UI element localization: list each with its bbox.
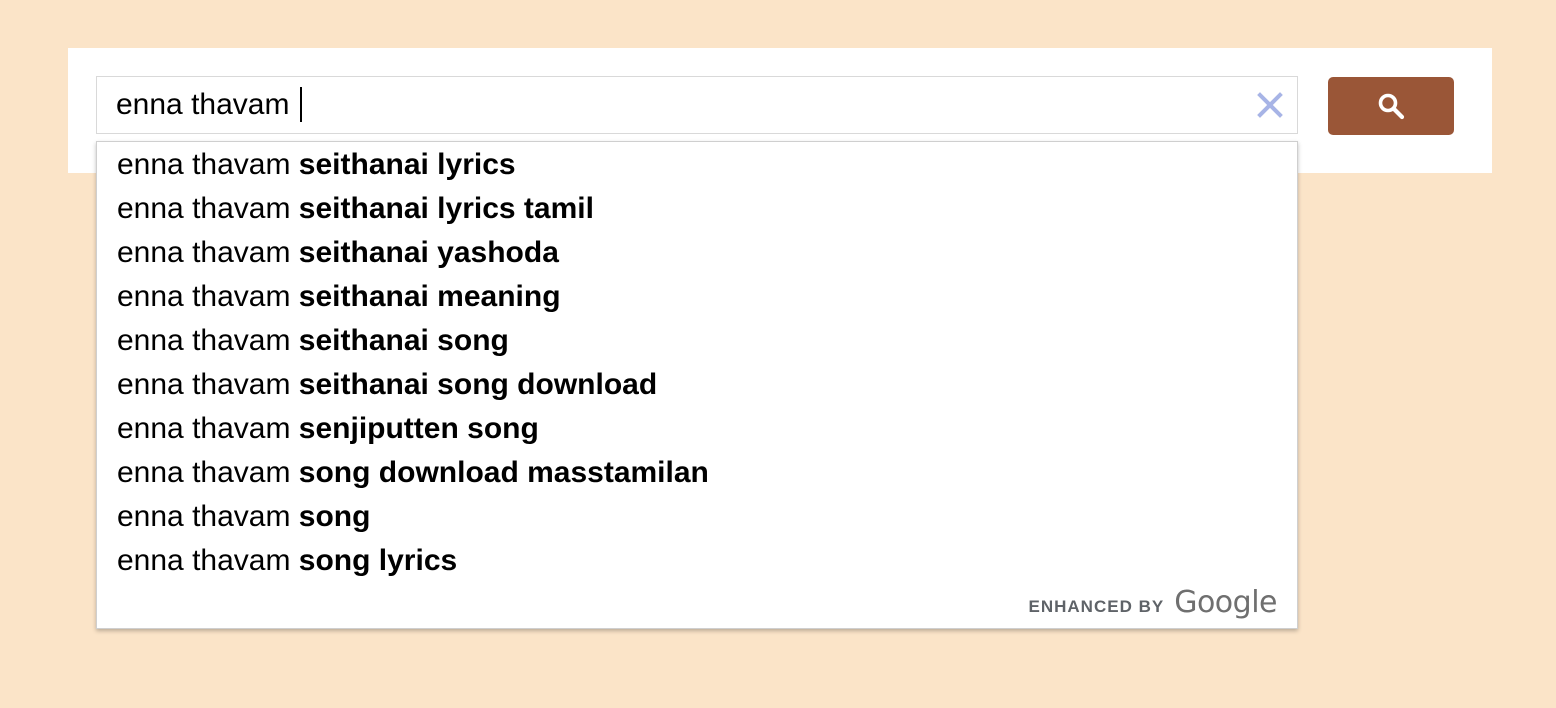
- suggestion-item[interactable]: enna thavam seithanai song download: [97, 363, 1297, 407]
- suggestion-prefix: enna thavam: [117, 412, 299, 445]
- text-caret: [300, 87, 302, 122]
- autocomplete-dropdown: enna thavam seithanai lyrics enna thavam…: [96, 141, 1298, 629]
- suggestion-completion: song download masstamilan: [298, 456, 709, 489]
- suggestion-item[interactable]: enna thavam seithanai meaning: [97, 275, 1297, 319]
- search-input[interactable]: [116, 87, 1216, 123]
- suggestion-prefix: enna thavam: [117, 324, 299, 357]
- suggestion-prefix: enna thavam: [117, 236, 299, 269]
- suggestion-completion: seithanai yashoda: [298, 236, 559, 269]
- suggestion-item[interactable]: enna thavam seithanai lyrics tamil: [97, 187, 1297, 231]
- clear-search-button[interactable]: [1255, 90, 1285, 120]
- suggestion-completion: song: [298, 500, 371, 533]
- suggestion-item[interactable]: enna thavam song lyrics: [97, 539, 1297, 583]
- suggestion-list: enna thavam seithanai lyrics enna thavam…: [97, 142, 1297, 583]
- close-icon: [1257, 92, 1283, 118]
- suggestion-prefix: enna thavam: [117, 544, 299, 577]
- suggestion-prefix: enna thavam: [117, 368, 299, 401]
- suggestion-prefix: enna thavam: [117, 456, 299, 489]
- suggestion-completion: seithanai meaning: [298, 280, 561, 313]
- enhanced-by-label: ENHANCED BY: [1028, 597, 1165, 616]
- suggestion-item[interactable]: enna thavam seithanai song: [97, 319, 1297, 363]
- suggestion-item[interactable]: enna thavam seithanai yashoda: [97, 231, 1297, 275]
- suggestion-prefix: enna thavam: [117, 148, 299, 181]
- suggestion-completion: song lyrics: [298, 544, 458, 577]
- search-box: [96, 76, 1298, 134]
- suggestion-prefix: enna thavam: [117, 192, 299, 225]
- suggestion-item[interactable]: enna thavam song: [97, 495, 1297, 539]
- search-icon: [1378, 93, 1405, 120]
- suggestion-completion: seithanai lyrics: [298, 148, 516, 181]
- suggestion-item[interactable]: enna thavam senjiputten song: [97, 407, 1297, 451]
- suggestion-completion: seithanai song download: [298, 368, 658, 401]
- google-logo: Google: [1174, 585, 1277, 620]
- suggestion-prefix: enna thavam: [117, 500, 299, 533]
- suggestion-prefix: enna thavam: [117, 280, 299, 313]
- google-branding: ENHANCED BY Google: [1028, 585, 1278, 620]
- search-button[interactable]: [1328, 77, 1454, 135]
- suggestion-completion: seithanai lyrics tamil: [298, 192, 594, 225]
- suggestion-completion: seithanai song: [298, 324, 509, 357]
- suggestion-item[interactable]: enna thavam seithanai lyrics: [97, 143, 1297, 187]
- suggestion-completion: senjiputten song: [298, 412, 539, 445]
- suggestion-item[interactable]: enna thavam song download masstamilan: [97, 451, 1297, 495]
